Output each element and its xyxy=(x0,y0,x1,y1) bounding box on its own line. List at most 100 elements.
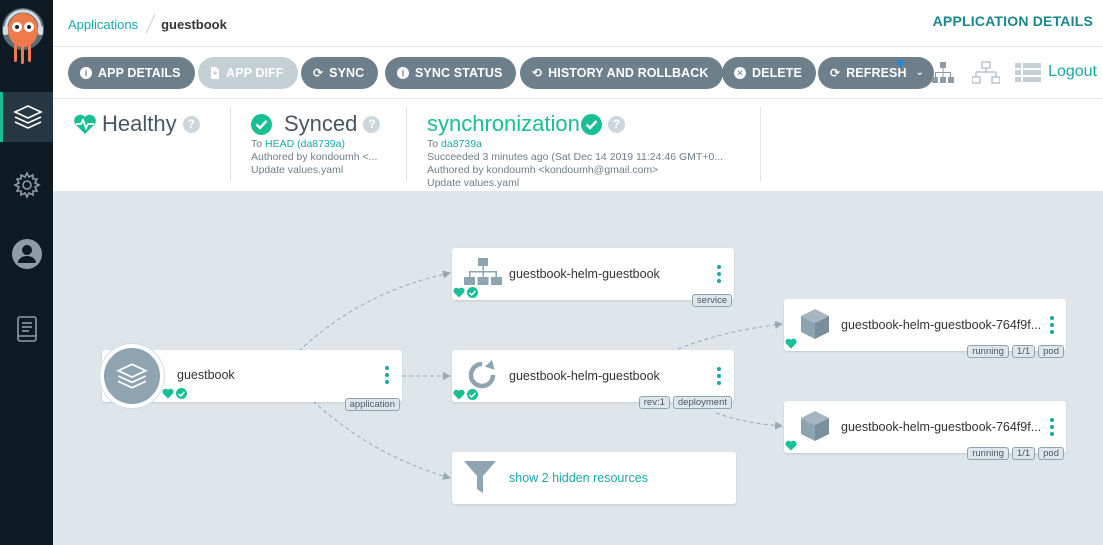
nav-docs[interactable] xyxy=(0,304,53,354)
help-icon[interactable]: ? xyxy=(363,115,381,133)
close-circle-icon: ✕ xyxy=(734,67,746,79)
help-icon[interactable]: ? xyxy=(607,115,625,133)
kebab-menu-icon[interactable] xyxy=(1050,316,1054,337)
sync-status-button[interactable]: i SYNC STATUS xyxy=(385,57,517,89)
page-title: APPLICATION DETAILS xyxy=(932,13,1093,29)
app-node[interactable]: guestbook application xyxy=(100,344,402,411)
check-icon xyxy=(176,388,187,399)
list-view-icon[interactable] xyxy=(1015,61,1041,85)
gear-icon xyxy=(12,171,41,199)
nav-applications[interactable] xyxy=(0,92,53,142)
refresh-indicator-dot xyxy=(897,60,903,66)
operation-author: Authored by kondoumh <kondoumh@gmail.com… xyxy=(427,164,659,176)
chevron-down-icon[interactable]: ⌄ xyxy=(916,67,924,78)
sync-message: Update values.yaml xyxy=(251,164,344,176)
filter-icon xyxy=(464,461,496,493)
sidebar xyxy=(0,0,53,545)
service-node-tags: service xyxy=(691,294,732,307)
ready-tag: 1/1 xyxy=(1011,447,1036,460)
check-icon xyxy=(467,287,478,298)
sync-to-prefix: To xyxy=(251,138,263,150)
breadcrumb-applications[interactable]: Applications xyxy=(68,17,138,32)
tree-view-icon[interactable] xyxy=(932,61,954,85)
divider xyxy=(230,107,231,182)
pod-node-tags: running 1/1 pod xyxy=(967,345,1064,358)
breadcrumb: Applications guestbook xyxy=(68,13,227,35)
kind-tag: deployment xyxy=(672,396,732,409)
operation-revision-link[interactable]: da8739a xyxy=(441,138,482,150)
operation-title: synchronization xyxy=(427,111,580,136)
kebab-menu-icon[interactable] xyxy=(385,366,389,387)
health-sync-icons xyxy=(453,389,478,400)
sync-status-label: SYNC STATUS xyxy=(415,66,503,80)
service-node[interactable]: guestbook-helm-guestbook service xyxy=(452,248,734,307)
kind-tag: pod xyxy=(1038,345,1064,358)
kebab-menu-icon[interactable] xyxy=(717,367,721,388)
heart-icon xyxy=(785,338,797,349)
kind-tag: pod xyxy=(1038,447,1064,460)
info-icon: i xyxy=(80,67,92,79)
file-diff-icon xyxy=(211,67,219,79)
sync-icon: ⟳ xyxy=(313,66,324,80)
last-operation-panel: synchronization ? To da8739a Succeeded 3… xyxy=(427,99,724,189)
resource-tree: guestbook application guestbook-helm-gue… xyxy=(53,191,1103,545)
help-icon[interactable]: ? xyxy=(182,115,200,133)
heart-pulse-icon xyxy=(74,114,96,134)
revision-tag: rev:1 xyxy=(638,396,670,409)
show-hidden-resources-link[interactable]: show 2 hidden resources xyxy=(509,471,648,485)
delete-label: DELETE xyxy=(752,66,802,80)
nav-user-info[interactable] xyxy=(0,229,53,279)
app-node-name: guestbook xyxy=(177,368,235,382)
argo-logo[interactable] xyxy=(0,0,53,70)
info-icon: i xyxy=(397,67,409,79)
kind-tag: service xyxy=(691,294,732,307)
logout-link[interactable]: Logout xyxy=(1048,63,1097,81)
user-icon xyxy=(11,239,42,269)
deployment-node-name: guestbook-helm-guestbook xyxy=(509,369,660,383)
pod-node[interactable]: guestbook-helm-guestbook-764f9f... runni… xyxy=(784,299,1066,358)
breadcrumb-separator xyxy=(145,13,156,35)
history-icon: ⟲ xyxy=(532,66,543,80)
app-diff-button[interactable]: APP DIFF xyxy=(198,57,298,89)
delete-button[interactable]: ✕ DELETE xyxy=(722,57,816,89)
kebab-menu-icon[interactable] xyxy=(717,265,721,286)
breadcrumb-current: guestbook xyxy=(161,16,227,32)
service-node-name: guestbook-helm-guestbook xyxy=(509,267,660,281)
book-icon xyxy=(16,316,37,342)
app-node-tags: application xyxy=(344,398,400,411)
refresh-button[interactable]: ⟳ REFRESH ⌄ xyxy=(818,57,934,89)
pod-node-tags: running 1/1 pod xyxy=(967,447,1064,460)
kebab-menu-icon[interactable] xyxy=(1050,418,1054,439)
app-details-button[interactable]: i APP DETAILS xyxy=(68,57,195,89)
ready-tag: 1/1 xyxy=(1011,345,1036,358)
deployment-node[interactable]: guestbook-helm-guestbook rev:1 deploymen… xyxy=(452,350,734,409)
kind-tag: application xyxy=(344,398,400,411)
status-panel: Healthy ? Synced ? To HEAD (da8739a) Aut… xyxy=(53,98,1103,191)
pod-node-name: guestbook-helm-guestbook-764f9f... xyxy=(841,318,1042,332)
check-circle-icon xyxy=(251,113,272,135)
app-node-icon xyxy=(100,344,164,408)
deployment-sync-icon xyxy=(468,360,496,389)
pod-node[interactable]: guestbook-helm-guestbook-764f9f... runni… xyxy=(784,401,1066,460)
status-tag: running xyxy=(967,345,1009,358)
health-title: Healthy xyxy=(102,111,177,136)
edge-deployment-pod1 xyxy=(677,320,783,350)
history-rollback-button[interactable]: ⟲ HISTORY AND ROLLBACK xyxy=(520,57,723,89)
hidden-resources-node[interactable]: show 2 hidden resources xyxy=(452,452,736,504)
sync-revision-link[interactable]: HEAD (da8739a) xyxy=(265,138,345,150)
sync-button[interactable]: ⟳ SYNC xyxy=(301,57,379,89)
heart-icon xyxy=(785,440,797,451)
network-view-icon[interactable] xyxy=(972,61,1000,85)
app-details-label: APP DETAILS xyxy=(98,66,181,80)
health-sync-icons xyxy=(162,388,187,399)
nav-settings[interactable] xyxy=(0,160,53,210)
edge-deployment-pod2 xyxy=(715,412,783,430)
operation-time: Succeeded 3 minutes ago (Sat Dec 14 2019… xyxy=(427,151,724,163)
history-label: HISTORY AND ROLLBACK xyxy=(548,66,709,80)
layers-icon xyxy=(13,105,43,129)
edge-app-hidden xyxy=(312,400,451,480)
divider xyxy=(406,107,407,182)
pod-node-name: guestbook-helm-guestbook-764f9f... xyxy=(841,420,1042,434)
heart-icon xyxy=(453,287,465,298)
sync-label: SYNC xyxy=(329,66,365,80)
